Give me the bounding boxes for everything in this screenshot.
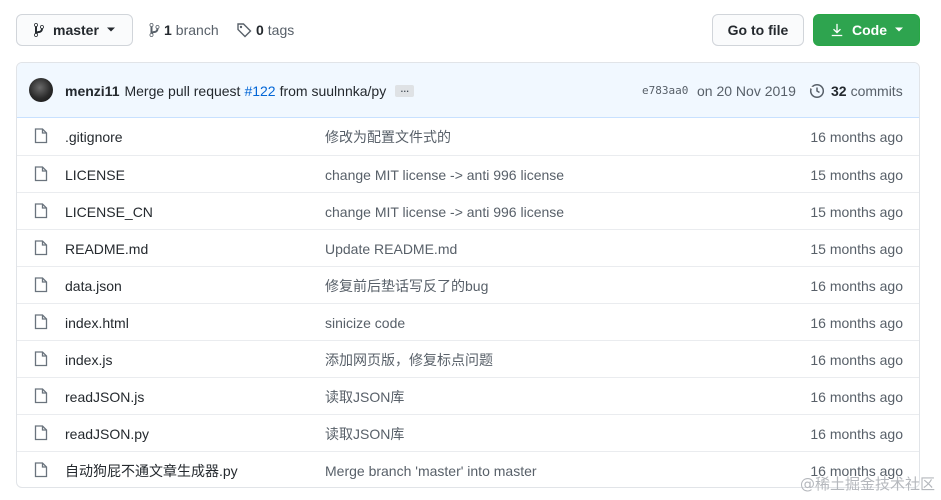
file-commit-message[interactable]: sinicize code bbox=[325, 304, 405, 341]
file-icon bbox=[34, 425, 48, 441]
branch-count: 1 bbox=[164, 22, 172, 38]
git-branch-icon bbox=[149, 22, 160, 37]
branch-name: master bbox=[53, 22, 99, 38]
file-age: 15 months ago bbox=[810, 240, 903, 257]
file-name[interactable]: data.json bbox=[65, 267, 122, 304]
commit-sha[interactable]: e783aa0 bbox=[642, 63, 688, 118]
file-browser: menzi11 Merge pull request #122 from suu… bbox=[16, 62, 920, 488]
commits-count: 32 bbox=[831, 82, 847, 99]
file-row[interactable]: .gitignore 修改为配置文件式的 16 months ago bbox=[17, 118, 919, 155]
file-row[interactable]: 自动狗屁不通文章生成器.py Merge branch 'master' into… bbox=[17, 451, 919, 487]
file-row[interactable]: data.json 修复前后垫话写反了的bug 16 months ago bbox=[17, 266, 919, 303]
file-row[interactable]: README.md Update README.md 15 months ago bbox=[17, 229, 919, 266]
file-commit-message[interactable]: Merge branch 'master' into master bbox=[325, 452, 537, 487]
file-name[interactable]: index.html bbox=[65, 304, 129, 341]
commit-message: menzi11 Merge pull request #122 from suu… bbox=[65, 63, 415, 118]
commits-label: commits bbox=[850, 82, 903, 99]
pull-request-link[interactable]: #122 bbox=[244, 83, 275, 99]
file-commit-message[interactable]: Update README.md bbox=[325, 230, 457, 267]
file-row[interactable]: LICENSE change MIT license -> anti 996 li… bbox=[17, 155, 919, 192]
tag-count: 0 bbox=[256, 22, 264, 38]
file-commit-message[interactable]: change MIT license -> anti 996 license bbox=[325, 156, 564, 193]
commit-message-prefix[interactable]: Merge pull request bbox=[124, 83, 240, 99]
file-row[interactable]: index.html sinicize code 16 months ago bbox=[17, 303, 919, 340]
file-name[interactable]: readJSON.js bbox=[65, 378, 144, 415]
file-icon bbox=[34, 128, 48, 144]
file-name[interactable]: LICENSE bbox=[65, 156, 125, 193]
file-age: 15 months ago bbox=[810, 166, 903, 183]
go-to-file-button[interactable]: Go to file bbox=[712, 14, 804, 46]
expand-commit-button[interactable]: … bbox=[395, 84, 415, 97]
file-commit-message[interactable]: change MIT license -> anti 996 license bbox=[325, 193, 564, 230]
file-row[interactable]: LICENSE_CN change MIT license -> anti 996… bbox=[17, 192, 919, 229]
file-age: 16 months ago bbox=[810, 425, 903, 442]
file-age: 16 months ago bbox=[810, 277, 903, 294]
branch-select-button[interactable]: master bbox=[16, 14, 133, 46]
file-icon bbox=[34, 240, 48, 256]
avatar[interactable] bbox=[29, 78, 53, 102]
file-list: .gitignore 修改为配置文件式的 16 months ago LICENSE c… bbox=[17, 118, 919, 487]
file-age: 16 months ago bbox=[810, 314, 903, 331]
commits-history-link[interactable]: 32 commits bbox=[809, 63, 903, 118]
commit-message-suffix[interactable]: from suulnnka/py bbox=[280, 83, 387, 99]
file-icon bbox=[34, 388, 48, 404]
file-commit-message[interactable]: 读取JSON库 bbox=[325, 415, 404, 452]
file-name[interactable]: index.js bbox=[65, 341, 112, 378]
latest-commit-bar: menzi11 Merge pull request #122 from suu… bbox=[17, 63, 919, 118]
file-commit-message[interactable]: 修复前后垫话写反了的bug bbox=[325, 267, 488, 304]
file-name[interactable]: LICENSE_CN bbox=[65, 193, 153, 230]
tag-icon bbox=[237, 23, 252, 38]
file-age: 15 months ago bbox=[810, 203, 903, 220]
branches-link[interactable]: 1 branch bbox=[149, 14, 219, 46]
file-icon bbox=[34, 351, 48, 367]
code-button[interactable]: Code bbox=[813, 14, 920, 46]
file-age: 16 months ago bbox=[810, 128, 903, 145]
file-icon bbox=[34, 166, 48, 182]
commit-date: on 20 Nov 2019 bbox=[697, 82, 796, 99]
file-name[interactable]: readJSON.py bbox=[65, 415, 149, 452]
download-icon bbox=[831, 23, 843, 37]
git-branch-icon bbox=[34, 22, 44, 37]
code-label: Code bbox=[852, 22, 887, 38]
commit-author[interactable]: menzi11 bbox=[65, 83, 119, 99]
file-commit-message[interactable]: 读取JSON库 bbox=[325, 378, 404, 415]
tags-link[interactable]: 0 tags bbox=[236, 14, 294, 46]
file-name[interactable]: README.md bbox=[65, 230, 148, 267]
file-row[interactable]: readJSON.js 读取JSON库 16 months ago bbox=[17, 377, 919, 414]
file-icon bbox=[34, 314, 48, 330]
file-row[interactable]: index.js 添加网页版，修复标点问题 16 months ago bbox=[17, 340, 919, 377]
file-age: 16 months ago bbox=[810, 351, 903, 368]
repo-toolbar: master 1 branch 0 tags Go to file Code bbox=[16, 14, 920, 46]
file-icon bbox=[34, 203, 48, 219]
caret-down-icon bbox=[895, 27, 903, 32]
file-icon bbox=[34, 277, 48, 293]
file-row[interactable]: readJSON.py 读取JSON库 16 months ago bbox=[17, 414, 919, 451]
file-commit-message[interactable]: 修改为配置文件式的 bbox=[325, 118, 451, 155]
caret-down-icon bbox=[106, 27, 115, 32]
watermark: @稀土掘金技术社区 bbox=[799, 475, 935, 493]
tag-label: tags bbox=[267, 22, 295, 38]
branch-label: branch bbox=[175, 22, 219, 38]
history-icon bbox=[809, 83, 825, 98]
file-age: 16 months ago bbox=[810, 388, 903, 405]
file-name[interactable]: 自动狗屁不通文章生成器.py bbox=[65, 452, 238, 487]
file-name[interactable]: .gitignore bbox=[65, 118, 123, 155]
file-commit-message[interactable]: 添加网页版，修复标点问题 bbox=[325, 341, 493, 378]
file-icon bbox=[34, 462, 48, 478]
